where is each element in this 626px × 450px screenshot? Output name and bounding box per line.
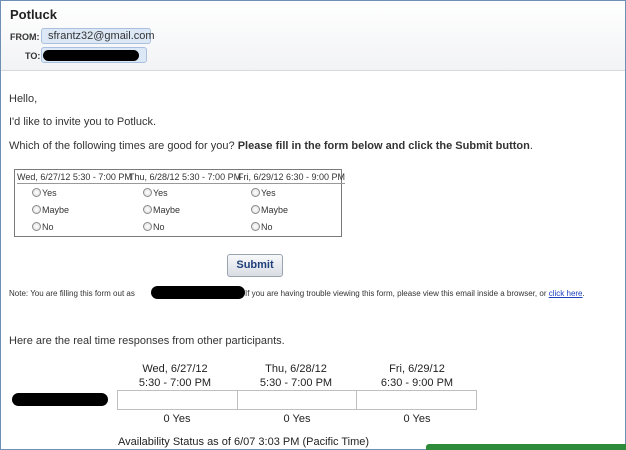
radio-option[interactable]: No: [143, 221, 165, 233]
poll-form: Wed, 6/27/12 5:30 - 7:00 PM Thu, 6/28/12…: [14, 169, 346, 237]
email-subject: Potluck: [10, 7, 57, 22]
yes-count: 0 Yes: [283, 413, 311, 425]
radio-option[interactable]: Maybe: [32, 204, 69, 216]
radio-icon[interactable]: [143, 188, 152, 197]
radio-option[interactable]: No: [251, 221, 273, 233]
question-text: Which of the following times are good fo…: [9, 140, 533, 152]
user-name-redaction: [151, 286, 245, 299]
results-intro: Here are the real time responses from ot…: [9, 335, 285, 347]
radio-option[interactable]: Yes: [143, 187, 168, 199]
radio-icon[interactable]: [251, 222, 260, 231]
yes-count: 0 Yes: [163, 413, 191, 425]
radio-option[interactable]: Maybe: [251, 204, 288, 216]
note-prefix: Note: You are filling this form out as: [9, 289, 135, 298]
email-header: Potluck FROM: sfrantz32@gmail.com TO:: [1, 1, 625, 71]
radio-option[interactable]: Yes: [32, 187, 57, 199]
click-here-link[interactable]: click here: [549, 289, 583, 298]
results-row: [117, 390, 477, 410]
radio-option[interactable]: No: [32, 221, 54, 233]
radio-icon[interactable]: [32, 222, 41, 231]
radio-icon[interactable]: [32, 205, 41, 214]
radio-option[interactable]: Maybe: [143, 204, 180, 216]
to-address-redaction: [43, 50, 139, 61]
question-instruction: Please fill in the form below and click …: [237, 140, 530, 152]
results-column-header: Fri, 6/29/12 6:30 - 9:00 PM: [380, 363, 454, 389]
yes-count: 0 Yes: [403, 413, 431, 425]
results-cell: [118, 391, 238, 409]
radio-icon[interactable]: [143, 205, 152, 214]
results-cell: [357, 391, 476, 409]
availability-status: Availability Status as of 6/07 3:03 PM (…: [118, 436, 370, 448]
submit-button[interactable]: Submit: [227, 254, 283, 277]
greeting: Hello,: [9, 93, 38, 105]
invite-text: I'd like to invite you to Potluck.: [9, 116, 157, 128]
participant-name-redaction: [12, 393, 108, 406]
results-column-header: Thu, 6/28/12 5:30 - 7:00 PM: [259, 363, 333, 389]
results-column-header: Wed, 6/27/12 5:30 - 7:00 PM: [138, 363, 212, 389]
radio-option[interactable]: Yes: [251, 187, 276, 199]
radio-icon[interactable]: [251, 188, 260, 197]
poll-column-header: Fri, 6/29/12 6:30 - 9:00 PM: [238, 172, 346, 184]
radio-icon[interactable]: [251, 205, 260, 214]
results-cell: [238, 391, 358, 409]
status-bar: [426, 444, 626, 450]
poll-column-header: Thu, 6/28/12 5:30 - 7:00 PM: [129, 172, 242, 184]
from-label: FROM:: [10, 32, 40, 42]
radio-icon[interactable]: [32, 188, 41, 197]
radio-icon[interactable]: [143, 222, 152, 231]
to-label: TO:: [25, 51, 41, 61]
from-address[interactable]: sfrantz32@gmail.com: [41, 28, 155, 44]
poll-column-header: Wed, 6/27/12 5:30 - 7:00 PM: [17, 172, 132, 184]
note-text: If you are having trouble viewing this f…: [245, 289, 585, 298]
